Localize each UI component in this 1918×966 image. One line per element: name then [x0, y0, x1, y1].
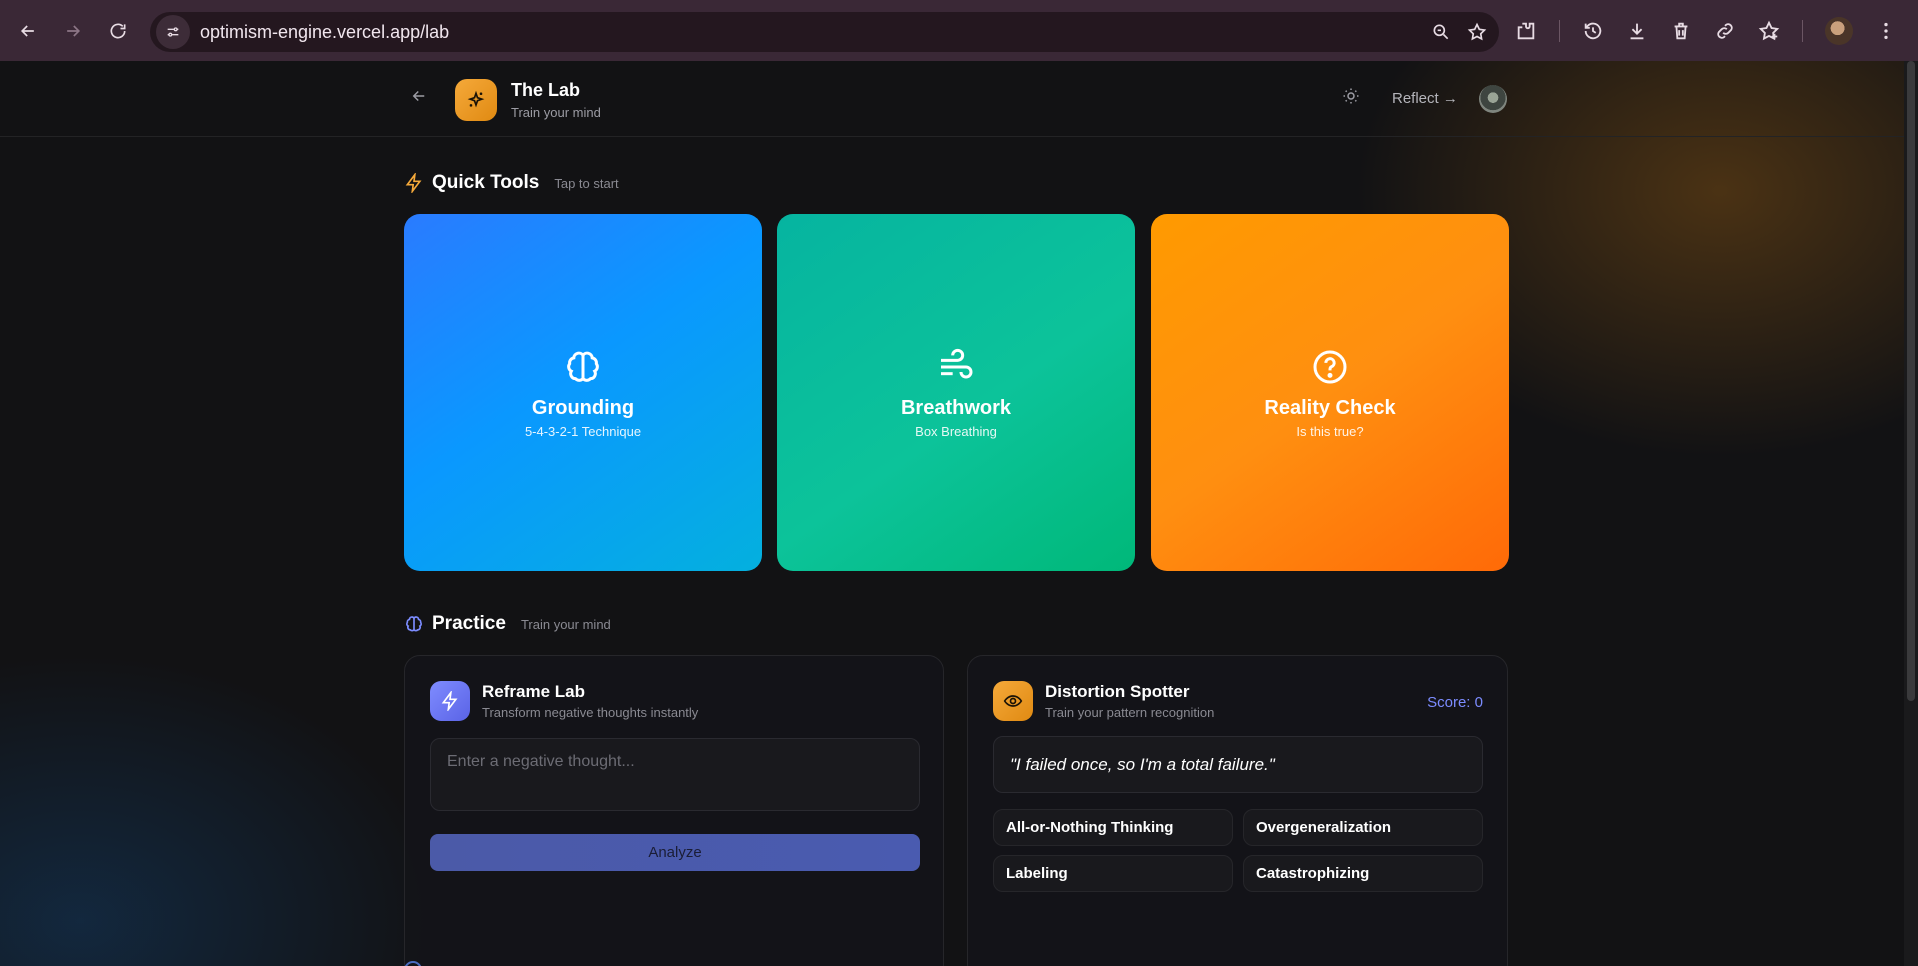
option-overgeneralization[interactable]: Overgeneralization [1243, 809, 1483, 846]
section-title: Practice [432, 613, 506, 634]
tune-icon [167, 27, 179, 37]
card-subtitle: Box Breathing [915, 423, 997, 439]
card-title: Grounding [531, 396, 635, 419]
sun-icon [1343, 88, 1359, 104]
favorites-icon[interactable] [1758, 20, 1780, 42]
panel-subtitle: Train your pattern recognition [1045, 705, 1215, 720]
card-subtitle: 5-4-3-2-1 Technique [524, 423, 642, 439]
reframe-lab-panel: Reframe Lab Transform negative thoughts … [404, 655, 944, 966]
page-scrollbar[interactable] [1904, 61, 1918, 966]
theme-toggle[interactable] [1342, 87, 1360, 110]
lightning-icon [441, 691, 458, 711]
lightning-icon [405, 173, 422, 193]
panel-subtitle: Transform negative thoughts instantly [482, 705, 699, 720]
browser-back-button[interactable] [10, 13, 46, 49]
address-bar[interactable]: optimism-engine.vercel.app/lab [150, 12, 1499, 52]
card-title: Reality Check [1264, 396, 1396, 419]
thought-quote: "I failed once, so I'm a total failure." [993, 736, 1483, 793]
browser-toolbar: optimism-engine.vercel.app/lab [0, 0, 1918, 61]
quick-tools-header: Quick Tools Tap to start [404, 172, 619, 194]
arrow-left-icon [20, 24, 34, 37]
profile-avatar[interactable] [1825, 16, 1853, 45]
page-content: The Lab Train your mind Reflect → Quick … [0, 61, 1918, 966]
sparkle-icon [467, 90, 485, 108]
negative-thought-input[interactable] [430, 738, 920, 811]
extensions-icon[interactable] [1515, 20, 1537, 42]
link-icon[interactable] [1714, 20, 1736, 42]
history-icon[interactable] [1582, 20, 1604, 42]
option-labeling[interactable]: Labeling [993, 855, 1233, 892]
brain-icon [406, 616, 422, 632]
browser-reload-button[interactable] [100, 13, 136, 49]
page-subtitle: Train your mind [511, 105, 601, 120]
trash-icon[interactable] [1670, 20, 1692, 42]
grounding-card[interactable]: Grounding 5-4-3-2-1 Technique [404, 214, 762, 571]
reframe-icon-badge [430, 681, 470, 721]
eye-icon [1003, 695, 1023, 707]
section-subtitle: Tap to start [554, 175, 619, 191]
section-title: Quick Tools [432, 172, 540, 193]
question-circle-icon [1313, 350, 1347, 383]
reality-check-card[interactable]: Reality Check Is this true? [1151, 214, 1509, 571]
option-all-or-nothing[interactable]: All-or-Nothing Thinking [993, 809, 1233, 846]
wind-icon [941, 348, 973, 378]
toolbar-divider [1802, 19, 1803, 42]
toolbar-divider [1559, 19, 1560, 42]
zoom-icon[interactable] [1431, 22, 1451, 42]
scrollbar-thumb[interactable] [1907, 61, 1915, 701]
app-logo [455, 79, 497, 121]
app-header: The Lab Train your mind Reflect → [0, 61, 1904, 137]
card-title: Breathwork [900, 396, 1012, 419]
arrow-right-icon [67, 24, 81, 37]
option-catastrophizing[interactable]: Catastrophizing [1243, 855, 1483, 892]
analyze-button[interactable]: Analyze [430, 834, 920, 871]
back-button[interactable] [410, 87, 428, 110]
section-subtitle: Train your mind [520, 616, 611, 632]
user-avatar[interactable] [1479, 85, 1507, 113]
bookmark-star-icon[interactable] [1467, 22, 1487, 42]
distortion-icon-badge [993, 681, 1033, 721]
site-info-button[interactable] [156, 15, 190, 49]
brain-icon [567, 351, 599, 382]
url-text[interactable]: optimism-engine.vercel.app/lab [200, 22, 449, 43]
card-subtitle: Is this true? [1296, 423, 1364, 439]
reload-icon [110, 23, 126, 39]
panel-title: Distortion Spotter [1045, 682, 1190, 701]
distortion-spotter-panel: Distortion Spotter Train your pattern re… [967, 655, 1508, 966]
browser-forward-button[interactable] [55, 13, 91, 49]
score-label: Score: 0 [1427, 694, 1483, 711]
practice-header: Practice Train your mind [404, 613, 611, 635]
download-icon[interactable] [1626, 20, 1648, 42]
more-vert-icon[interactable] [1875, 20, 1897, 42]
page-title: The Lab [511, 80, 581, 100]
breathwork-card[interactable]: Breathwork Box Breathing [777, 214, 1135, 571]
panel-title: Reframe Lab [482, 682, 585, 701]
arrow-left-icon [412, 90, 425, 102]
reflect-link[interactable]: Reflect → [1392, 90, 1458, 107]
